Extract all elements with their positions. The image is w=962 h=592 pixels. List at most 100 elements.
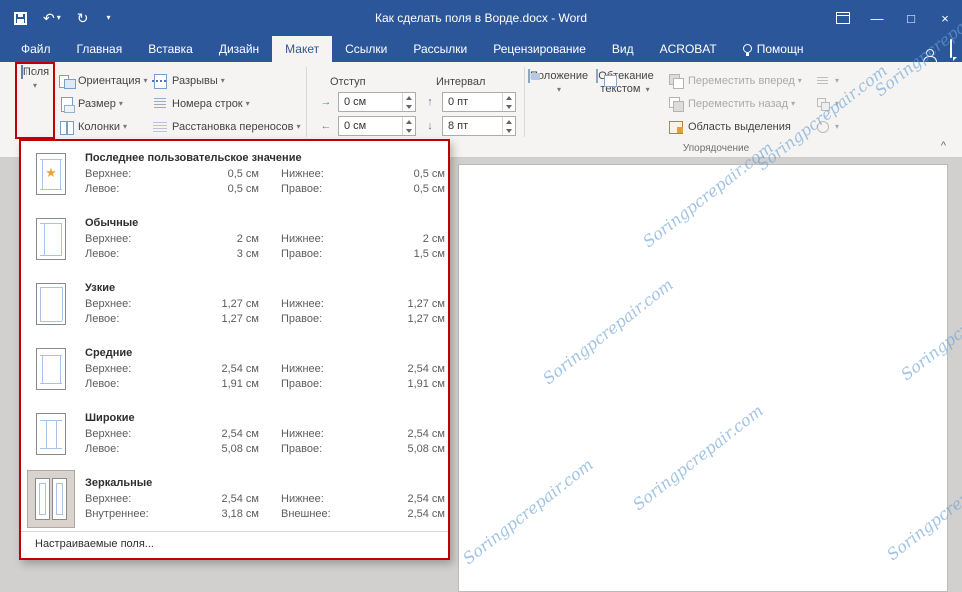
send-backward-icon: [668, 96, 684, 112]
spinner-arrows[interactable]: [402, 93, 415, 111]
spin-down-icon[interactable]: [406, 104, 412, 109]
spacing-before-spinner[interactable]: 0 пт: [442, 92, 516, 112]
preset-title: Узкие: [85, 282, 116, 294]
preset-values: Верхнее: 2 см Нижнее: 2 см Левое: 3 см П…: [85, 233, 445, 260]
margin-preset-icon: [27, 210, 75, 268]
preset-values: Верхнее: 2,54 см Нижнее: 2,54 см Внутрен…: [85, 493, 445, 520]
send-backward-button[interactable]: Переместить назад ▾: [668, 93, 795, 114]
indent-right-icon: ←: [320, 120, 332, 132]
tab-design[interactable]: Дизайн: [206, 36, 272, 62]
tab-home[interactable]: Главная: [64, 36, 136, 62]
rotate-objects-icon: [815, 119, 831, 135]
spin-up-icon[interactable]: [406, 119, 412, 124]
margin-preset-wide[interactable]: Широкие Верхнее: 2,54 см Нижнее: 2,54 см…: [21, 401, 448, 466]
breaks-button[interactable]: Разрывы ▾: [152, 70, 225, 91]
align-objects-button[interactable]: ▾: [815, 70, 839, 91]
lightbulb-icon: [742, 44, 752, 56]
tab-mailings[interactable]: Рассылки: [400, 36, 480, 62]
spacing-after-value[interactable]: 8 пт: [443, 117, 502, 135]
margin-label: Правое:: [281, 443, 323, 455]
save-button[interactable]: [14, 11, 27, 25]
margin-label: Правое:: [281, 248, 323, 260]
undo-button[interactable]: ↶ ▾: [43, 11, 61, 25]
close-button[interactable]: ×: [928, 0, 962, 36]
spin-down-icon[interactable]: [506, 128, 512, 133]
spinner-arrows[interactable]: [502, 93, 515, 111]
margin-preset-narrow[interactable]: Узкие Верхнее: 1,27 см Нижнее: 1,27 см Л…: [21, 271, 448, 336]
hyphenation-label: Расстановка переносов: [172, 120, 294, 133]
preset-values: Верхнее: 2,54 см Нижнее: 2,54 см Левое: …: [85, 428, 445, 455]
hyphenation-button[interactable]: Расстановка переносов ▾: [152, 116, 301, 137]
margin-label: Верхнее:: [85, 298, 132, 310]
caret-down-icon: ▾: [797, 76, 802, 85]
spin-up-icon[interactable]: [506, 119, 512, 124]
tab-review[interactable]: Рецензирование: [480, 36, 599, 62]
spinner-arrows[interactable]: [402, 117, 415, 135]
indent-left-spinner[interactable]: 0 см: [338, 92, 416, 112]
tab-layout[interactable]: Макет: [272, 36, 333, 62]
size-button[interactable]: Размер ▾: [58, 93, 123, 114]
spin-down-icon[interactable]: [406, 128, 412, 133]
preset-title: Обычные: [85, 217, 139, 229]
margin-value: 3 см: [236, 248, 259, 260]
columns-button[interactable]: Колонки ▾: [58, 116, 127, 137]
group-objects-button[interactable]: ▾: [815, 93, 839, 114]
tab-insert[interactable]: Вставка: [135, 36, 206, 62]
margin-value: 1,27 см: [221, 313, 259, 325]
line-numbers-button[interactable]: Номера строк ▾: [152, 93, 250, 114]
spacing-before-value[interactable]: 0 пт: [443, 93, 502, 111]
word-window: ↶ ▾ ↻ ▾ Как сделать поля в Ворде.docx - W…: [0, 0, 962, 592]
align-objects-icon: [815, 73, 831, 89]
columns-label: Колонки: [78, 120, 120, 133]
bring-forward-button[interactable]: Переместить вперед ▾: [668, 70, 802, 91]
indent-left-value[interactable]: 0 см: [339, 93, 402, 111]
document-page[interactable]: [458, 164, 948, 592]
position-button[interactable]: Положение ▾: [528, 69, 588, 96]
customize-quick-access-button[interactable]: ▾: [104, 14, 110, 22]
custom-margins-item[interactable]: Настраиваемые поля...: [21, 531, 448, 556]
indent-right-value[interactable]: 0 см: [339, 117, 402, 135]
comments-button[interactable]: [950, 39, 952, 58]
indent-right-spinner[interactable]: 0 см: [338, 116, 416, 136]
margin-preset-normal[interactable]: Обычные Верхнее: 2 см Нижнее: 2 см Левое…: [21, 206, 448, 271]
tab-assistant-label: Помощн: [756, 42, 804, 56]
maximize-button[interactable]: □: [894, 0, 928, 36]
margin-preset-last-custom[interactable]: ★ Последнее пользовательское значение Ве…: [21, 141, 448, 206]
ribbon-display-options-button[interactable]: [826, 0, 860, 36]
page-size-icon: [58, 96, 75, 113]
tab-references[interactable]: Ссылки: [332, 36, 400, 62]
tab-file[interactable]: Файл: [8, 36, 64, 62]
selection-pane-button[interactable]: Область выделения: [668, 116, 794, 137]
spin-down-icon[interactable]: [506, 104, 512, 109]
redo-button[interactable]: ↻: [77, 11, 89, 25]
undo-icon: ↶: [43, 10, 55, 26]
margins-dropdown-menu: ★ Последнее пользовательское значение Ве…: [19, 139, 450, 560]
tab-view[interactable]: Вид: [599, 36, 647, 62]
margin-value: 1,91 см: [221, 378, 259, 390]
spin-up-icon[interactable]: [506, 95, 512, 100]
margin-preset-mirrored[interactable]: Зеркальные Верхнее: 2,54 см Нижнее: 2,54…: [21, 466, 448, 531]
caret-down-icon: ▾: [835, 76, 840, 85]
caret-down-icon: ▾: [835, 99, 840, 108]
ribbon-display-options-icon: [836, 12, 850, 24]
margin-value: 1,27 см: [407, 313, 445, 325]
margin-value: 0,5 см: [227, 183, 259, 195]
margin-preset-moderate[interactable]: Средние Верхнее: 2,54 см Нижнее: 2,54 см…: [21, 336, 448, 401]
margin-label: Правое:: [281, 183, 323, 195]
tab-assistant[interactable]: Помощн: [730, 36, 817, 62]
margins-button[interactable]: Поля ▾: [19, 65, 51, 90]
spacing-after-spinner[interactable]: 8 пт: [442, 116, 516, 136]
collapse-ribbon-button[interactable]: ^: [941, 140, 946, 152]
spinner-arrows[interactable]: [502, 117, 515, 135]
window-controls: — □ ×: [826, 0, 962, 36]
preset-values: Верхнее: 2,54 см Нижнее: 2,54 см Левое: …: [85, 363, 445, 390]
minimize-button[interactable]: —: [860, 0, 894, 36]
margin-value: 3,18 см: [221, 508, 259, 520]
tab-acrobat[interactable]: ACROBAT: [647, 36, 730, 62]
spin-up-icon[interactable]: [406, 95, 412, 100]
bring-forward-label: Переместить вперед: [688, 74, 795, 87]
rotate-objects-button[interactable]: ▾: [815, 116, 839, 137]
orientation-button[interactable]: Ориентация ▾: [58, 70, 147, 91]
orientation-label: Ориентация: [78, 74, 141, 87]
wrap-text-button[interactable]: Обтекание текстом ▾: [592, 69, 658, 96]
